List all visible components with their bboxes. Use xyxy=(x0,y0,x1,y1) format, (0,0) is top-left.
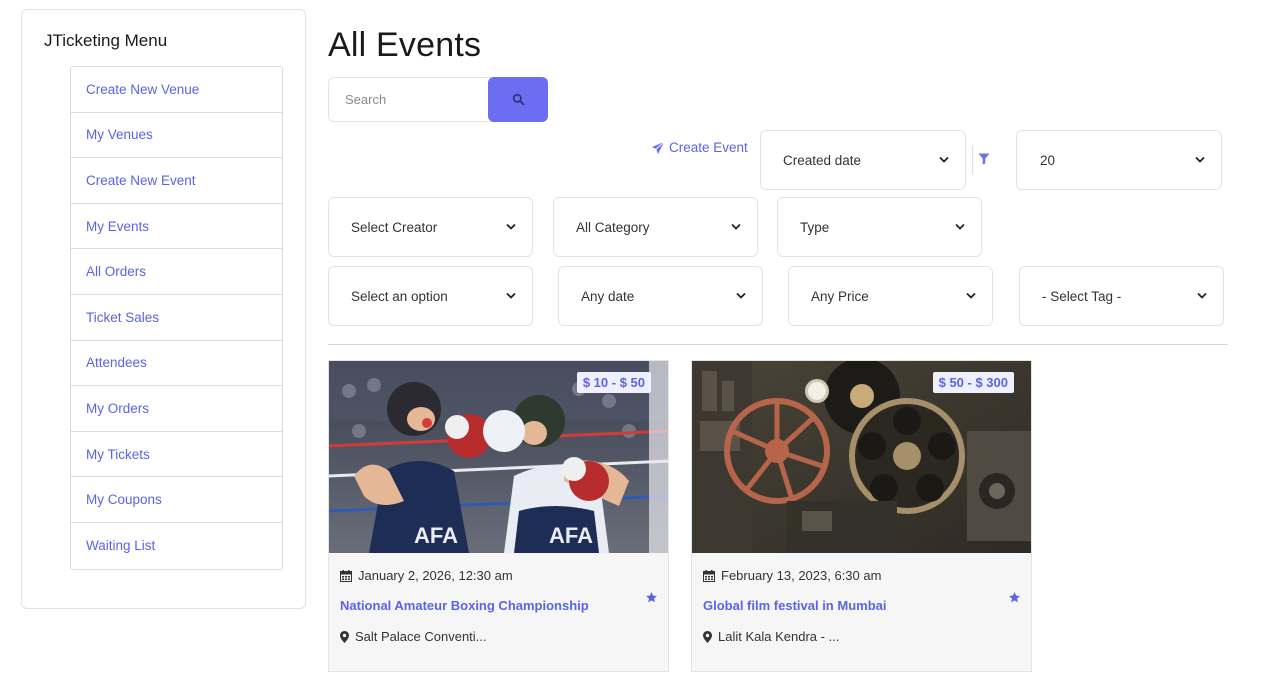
category-select-value: All Category xyxy=(576,219,650,235)
event-title-link[interactable]: Global film festival in Mumbai xyxy=(703,598,886,613)
chevron-down-icon xyxy=(939,156,949,163)
search-bar xyxy=(328,77,548,122)
sidebar-item-my-orders[interactable]: My Orders xyxy=(71,386,282,432)
event-date-text: February 13, 2023, 6:30 am xyxy=(721,568,882,583)
search-input[interactable] xyxy=(328,77,508,122)
chevron-down-icon xyxy=(506,223,516,230)
creator-select-value: Select Creator xyxy=(351,219,438,235)
sidebar-item-ticket-sales[interactable]: Ticket Sales xyxy=(71,295,282,341)
star-icon[interactable] xyxy=(1008,591,1021,604)
event-title-link[interactable]: National Amateur Boxing Championship xyxy=(340,598,589,613)
sidebar-item-my-coupons[interactable]: My Coupons xyxy=(71,477,282,523)
create-event-link[interactable]: Create Event xyxy=(651,140,748,155)
event-location-text: Salt Palace Conventi... xyxy=(355,629,487,644)
search-icon xyxy=(512,93,524,106)
sidebar: JTicketing Menu Create New Venue My Venu… xyxy=(21,9,306,609)
calendar-icon xyxy=(340,569,352,582)
event-date: February 13, 2023, 6:30 am xyxy=(703,568,881,583)
chevron-down-icon xyxy=(506,292,516,299)
sidebar-item-all-orders[interactable]: All Orders xyxy=(71,249,282,295)
map-pin-icon xyxy=(340,630,349,643)
search-button[interactable] xyxy=(488,77,548,122)
limit-select[interactable]: 20 xyxy=(1016,130,1222,190)
star-icon[interactable] xyxy=(645,591,658,604)
event-location-text: Lalit Kala Kendra - ... xyxy=(718,629,840,644)
event-card[interactable]: $ 50 - $ 300 February 13, 2023, 6:30 am … xyxy=(691,360,1032,672)
price-select-value: Any Price xyxy=(811,288,869,304)
chevron-down-icon xyxy=(955,223,965,230)
sidebar-item-my-venues[interactable]: My Venues xyxy=(71,113,282,159)
sidebar-item-create-new-event[interactable]: Create New Event xyxy=(71,158,282,204)
event-card[interactable]: AFA AFA $ 10 - $ 50 January 2, 2026, 12:… xyxy=(328,360,669,672)
option-select-value: Select an option xyxy=(351,288,448,304)
paper-plane-icon xyxy=(651,141,665,154)
svg-text:AFA: AFA xyxy=(549,523,593,548)
calendar-icon xyxy=(703,569,715,582)
sidebar-title: JTicketing Menu xyxy=(44,31,168,50)
tag-select-value: - Select Tag - xyxy=(1042,288,1122,304)
sidebar-item-my-events[interactable]: My Events xyxy=(71,204,282,250)
map-pin-icon xyxy=(703,630,712,643)
sort-select-value: Created date xyxy=(783,152,862,168)
divider xyxy=(328,344,1228,345)
price-badge: $ 10 - $ 50 xyxy=(576,372,651,393)
limit-select-value: 20 xyxy=(1040,152,1056,168)
creator-select[interactable]: Select Creator xyxy=(328,197,533,257)
filter-icon[interactable] xyxy=(978,153,990,165)
option-select[interactable]: Select an option xyxy=(328,266,533,326)
event-image-boxing[interactable]: AFA AFA $ 10 - $ 50 xyxy=(329,361,668,553)
type-select[interactable]: Type xyxy=(777,197,982,257)
sidebar-item-waiting-list[interactable]: Waiting List xyxy=(71,523,282,569)
type-select-value: Type xyxy=(800,219,830,235)
event-date-text: January 2, 2026, 12:30 am xyxy=(358,568,513,583)
tag-select[interactable]: - Select Tag - xyxy=(1019,266,1224,326)
sidebar-item-my-tickets[interactable]: My Tickets xyxy=(71,432,282,478)
date-select-value: Any date xyxy=(581,288,635,304)
event-location: Salt Palace Conventi... xyxy=(340,629,487,644)
sort-select[interactable]: Created date xyxy=(760,130,966,190)
chevron-down-icon xyxy=(731,223,741,230)
chevron-down-icon xyxy=(966,292,976,299)
create-event-label: Create Event xyxy=(669,140,748,155)
price-select[interactable]: Any Price xyxy=(788,266,993,326)
sidebar-menu: Create New Venue My Venues Create New Ev… xyxy=(70,66,283,570)
sidebar-item-attendees[interactable]: Attendees xyxy=(71,341,282,387)
event-location: Lalit Kala Kendra - ... xyxy=(703,629,839,644)
price-badge: $ 50 - $ 300 xyxy=(932,372,1014,393)
page-title: All Events xyxy=(328,26,482,64)
svg-text:AFA: AFA xyxy=(414,523,458,548)
sidebar-item-create-new-venue[interactable]: Create New Venue xyxy=(71,67,282,113)
chevron-down-icon xyxy=(1195,156,1205,163)
event-image-film[interactable]: $ 50 - $ 300 xyxy=(692,361,1031,553)
chevron-down-icon xyxy=(1197,292,1207,299)
date-select[interactable]: Any date xyxy=(558,266,763,326)
event-date: January 2, 2026, 12:30 am xyxy=(340,568,513,583)
category-select[interactable]: All Category xyxy=(553,197,758,257)
chevron-down-icon xyxy=(736,292,746,299)
filter-divider xyxy=(972,146,973,174)
